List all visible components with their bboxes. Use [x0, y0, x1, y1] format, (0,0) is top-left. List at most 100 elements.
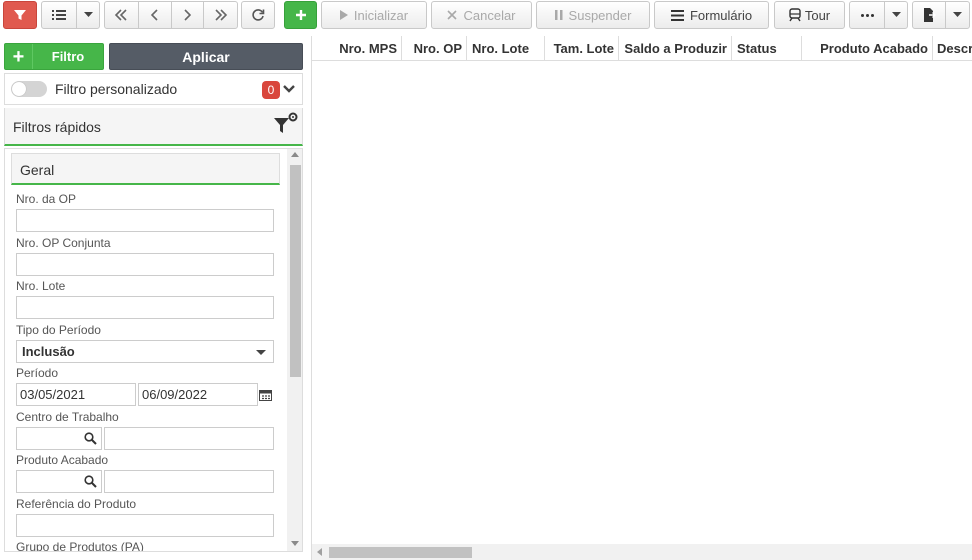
- custom-filter-row: Filtro personalizado 0: [4, 73, 303, 105]
- ellipsis-icon: [860, 13, 874, 17]
- export-group: [912, 1, 970, 29]
- scrollbar-thumb[interactable]: [329, 547, 472, 558]
- close-icon: [447, 10, 458, 20]
- produto-acabado-code-input[interactable]: [16, 470, 102, 493]
- custom-filter-count-badge: 0: [262, 81, 280, 99]
- field-label-centro-trabalho: Centro de Trabalho: [16, 410, 119, 424]
- produto-acabado-desc-input[interactable]: [104, 470, 274, 493]
- more-actions-button[interactable]: [850, 2, 886, 28]
- export-dropdown[interactable]: [946, 2, 969, 28]
- column-header-descr[interactable]: Descr: [933, 36, 972, 61]
- double-chevron-left-icon: [115, 9, 127, 21]
- more-actions-dropdown[interactable]: [885, 2, 907, 28]
- filter-settings-icon[interactable]: [273, 112, 299, 138]
- toolbar: Inicializar Cancelar Suspender Formulári…: [0, 0, 972, 30]
- tour-label: Tour: [804, 7, 831, 23]
- scroll-up-arrow-icon[interactable]: [291, 152, 299, 157]
- refresh-icon: [252, 9, 265, 21]
- records-grid: Nro. MPS Nro. OP Nro. Lote Tam. Lote Sal…: [311, 36, 972, 560]
- add-filter-button[interactable]: + Filtro: [4, 43, 104, 70]
- export-button[interactable]: [913, 2, 947, 28]
- filter-icon: [14, 10, 26, 20]
- nro-op-input[interactable]: [16, 209, 274, 232]
- field-label-nro-op-conjunta: Nro. OP Conjunta: [16, 236, 111, 250]
- plus-icon: [295, 10, 306, 20]
- play-icon: [339, 10, 348, 20]
- list-icon: [670, 9, 684, 21]
- cancel-label: Cancelar: [463, 7, 516, 23]
- tipo-periodo-select[interactable]: Inclusão: [16, 340, 274, 363]
- chevron-right-icon: [184, 9, 192, 21]
- field-label-referencia-produto: Referência do Produto: [16, 497, 137, 511]
- train-icon: [789, 8, 801, 22]
- pause-icon: [554, 10, 563, 20]
- search-icon[interactable]: [84, 475, 97, 488]
- view-mode-dropdown[interactable]: [77, 2, 99, 28]
- column-header-tam-lote[interactable]: Tam. Lote: [545, 36, 619, 61]
- quick-filters-header: Filtros rápidos: [4, 108, 303, 146]
- vertical-scrollbar[interactable]: [287, 149, 302, 551]
- form-button[interactable]: Formulário: [654, 1, 769, 29]
- periodo-start-input[interactable]: 03/05/2021: [16, 383, 136, 406]
- file-export-icon: [924, 8, 937, 22]
- scroll-left-arrow-icon[interactable]: [317, 548, 322, 556]
- centro-trabalho-code-input[interactable]: [16, 427, 102, 450]
- nro-lote-input[interactable]: [16, 296, 274, 319]
- column-header-nro-mps[interactable]: Nro. MPS: [312, 36, 402, 61]
- field-label-periodo: Período: [16, 366, 59, 380]
- list-view-button[interactable]: [42, 2, 78, 28]
- scroll-down-arrow-icon[interactable]: [291, 541, 299, 546]
- form-label: Formulário: [689, 7, 753, 23]
- filter-toggle-button[interactable]: [3, 1, 37, 29]
- column-header-status[interactable]: Status: [732, 36, 802, 61]
- view-mode-group: [41, 1, 100, 29]
- first-record-button[interactable]: [105, 2, 139, 28]
- field-label-nro-op: Nro. da OP: [16, 192, 77, 206]
- caret-down-icon: [83, 12, 93, 17]
- caret-down-icon: [891, 12, 901, 17]
- column-header-produto-acabado[interactable]: Produto Acabado: [802, 36, 933, 61]
- column-header-nro-lote[interactable]: Nro. Lote: [467, 36, 545, 61]
- horizontal-scrollbar[interactable]: [312, 544, 972, 560]
- suspend-button[interactable]: Suspender: [536, 1, 650, 29]
- field-label-produto-acabado: Produto Acabado: [16, 453, 109, 467]
- column-header-saldo-a-produzir[interactable]: Saldo a Produzir: [619, 36, 732, 61]
- search-icon[interactable]: [84, 432, 97, 445]
- column-header-nro-op[interactable]: Nro. OP: [402, 36, 467, 61]
- double-chevron-right-icon: [215, 9, 227, 21]
- chevron-down-icon[interactable]: [282, 82, 296, 96]
- initialize-button[interactable]: Inicializar: [321, 1, 427, 29]
- add-filter-label: Filtro: [51, 49, 85, 64]
- cancel-button[interactable]: Cancelar: [431, 1, 532, 29]
- previous-record-button[interactable]: [139, 2, 172, 28]
- custom-filter-toggle[interactable]: [11, 81, 47, 97]
- grid-header: Nro. MPS Nro. OP Nro. Lote Tam. Lote Sal…: [312, 36, 972, 61]
- nro-op-conjunta-input[interactable]: [16, 253, 274, 276]
- apply-filter-button[interactable]: Aplicar: [109, 43, 303, 70]
- quick-filters-scroll-area[interactable]: Geral Nro. da OP Nro. OP Conjunta Nro. L…: [4, 148, 303, 552]
- chevron-left-icon: [150, 9, 158, 21]
- periodo-end-input[interactable]: 06/09/2022: [138, 383, 258, 406]
- centro-trabalho-desc-input[interactable]: [104, 427, 274, 450]
- caret-down-icon: [953, 12, 963, 17]
- plus-icon: +: [5, 44, 33, 69]
- section-title: Geral: [20, 162, 55, 178]
- suspend-label: Suspender: [568, 7, 632, 23]
- calendar-icon[interactable]: [259, 389, 272, 401]
- quick-filters-title: Filtros rápidos: [13, 119, 101, 135]
- field-label-grupo-produtos: Grupo de Produtos (PA): [16, 540, 144, 552]
- navigation-group: [104, 1, 238, 29]
- filter-panel: + Filtro Aplicar Filtro personalizado 0 …: [0, 36, 308, 560]
- tour-button[interactable]: Tour: [774, 1, 845, 29]
- list-icon: [52, 10, 67, 20]
- next-record-button[interactable]: [172, 2, 205, 28]
- caret-down-icon: [256, 350, 266, 355]
- new-record-button[interactable]: [284, 1, 317, 29]
- last-record-button[interactable]: [204, 2, 237, 28]
- field-label-tipo-periodo: Tipo do Período: [16, 323, 101, 337]
- refresh-button[interactable]: [241, 1, 275, 29]
- more-actions-group: [849, 1, 908, 29]
- referencia-produto-input[interactable]: [16, 514, 274, 537]
- scrollbar-thumb[interactable]: [290, 165, 301, 377]
- field-label-nro-lote: Nro. Lote: [16, 279, 66, 293]
